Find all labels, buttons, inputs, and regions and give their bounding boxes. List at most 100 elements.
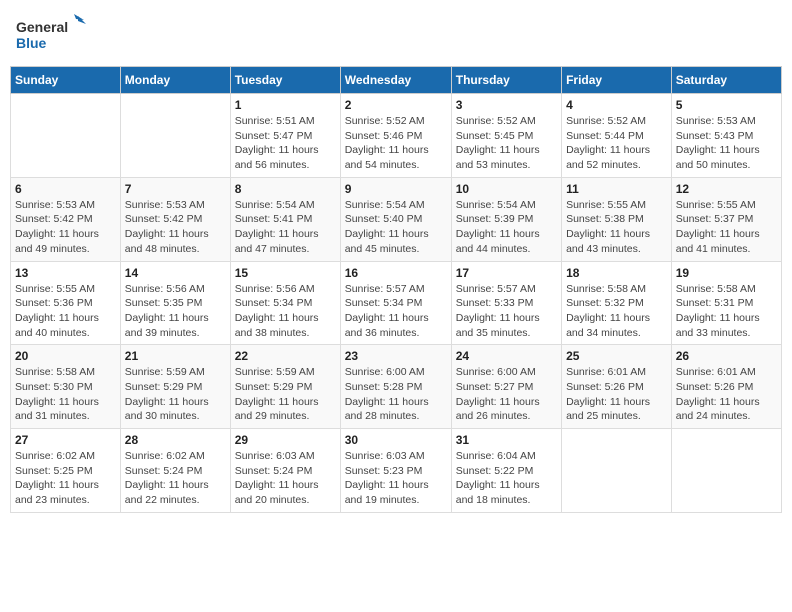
svg-text:General: General — [16, 19, 68, 35]
calendar-cell: 16Sunrise: 5:57 AMSunset: 5:34 PMDayligh… — [340, 261, 451, 345]
day-info: Sunrise: 5:54 AMSunset: 5:39 PMDaylight:… — [456, 198, 557, 257]
calendar-cell: 20Sunrise: 5:58 AMSunset: 5:30 PMDayligh… — [11, 345, 121, 429]
calendar-cell: 6 Sunrise: 5:53 AMSunset: 5:42 PMDaylight… — [11, 177, 121, 261]
calendar-cell: 27 Sunrise: 6:02 AMSunset: 5:25 PMDayligh… — [11, 429, 121, 513]
day-number: 22 — [235, 349, 336, 363]
day-info: Sunrise: 5:53 AMSunset: 5:42 PMDaylight:… — [15, 198, 116, 257]
col-header-friday: Friday — [562, 67, 672, 94]
col-header-wednesday: Wednesday — [340, 67, 451, 94]
day-info: Sunrise: 5:57 AMSunset: 5:33 PMDaylight:… — [456, 282, 557, 341]
day-info: Sunrise: 5:59 AMSunset: 5:29 PMDaylight:… — [125, 365, 226, 424]
day-info: Sunrise: 6:01 AMSunset: 5:26 PMDaylight:… — [566, 365, 667, 424]
day-number: 10 — [456, 182, 557, 196]
calendar-cell: 12 Sunrise: 5:55 AMSunset: 5:37 PMDayligh… — [671, 177, 781, 261]
day-number: 3 — [456, 98, 557, 112]
day-number: 27 — [15, 433, 116, 447]
day-number: 4 — [566, 98, 667, 112]
day-info: Sunrise: 5:55 AMSunset: 5:37 PMDaylight:… — [676, 198, 777, 257]
day-number: 7 — [125, 182, 226, 196]
day-number: 31 — [456, 433, 557, 447]
calendar-cell: 1 Sunrise: 5:51 AMSunset: 5:47 PMDaylight… — [230, 94, 340, 178]
day-info: Sunrise: 5:52 AMSunset: 5:46 PMDaylight:… — [345, 114, 447, 173]
day-info: Sunrise: 6:03 AMSunset: 5:24 PMDaylight:… — [235, 449, 336, 508]
calendar-cell: 26Sunrise: 6:01 AMSunset: 5:26 PMDayligh… — [671, 345, 781, 429]
calendar-cell — [671, 429, 781, 513]
calendar-cell — [562, 429, 672, 513]
day-number: 23 — [345, 349, 447, 363]
day-number: 2 — [345, 98, 447, 112]
day-number: 18 — [566, 266, 667, 280]
day-number: 6 — [15, 182, 116, 196]
calendar-cell: 19 Sunrise: 5:58 AMSunset: 5:31 PMDayligh… — [671, 261, 781, 345]
day-info: Sunrise: 5:56 AMSunset: 5:35 PMDaylight:… — [125, 282, 226, 341]
calendar-cell: 24 Sunrise: 6:00 AMSunset: 5:27 PMDayligh… — [451, 345, 561, 429]
calendar-cell: 29 Sunrise: 6:03 AMSunset: 5:24 PMDayligh… — [230, 429, 340, 513]
col-header-tuesday: Tuesday — [230, 67, 340, 94]
day-number: 11 — [566, 182, 667, 196]
calendar-cell: 5 Sunrise: 5:53 AMSunset: 5:43 PMDaylight… — [671, 94, 781, 178]
calendar-table: SundayMondayTuesdayWednesdayThursdayFrid… — [10, 66, 782, 513]
calendar-cell: 23 Sunrise: 6:00 AMSunset: 5:28 PMDayligh… — [340, 345, 451, 429]
calendar-cell: 18 Sunrise: 5:58 AMSunset: 5:32 PMDayligh… — [562, 261, 672, 345]
day-number: 17 — [456, 266, 557, 280]
calendar-week-row: 20Sunrise: 5:58 AMSunset: 5:30 PMDayligh… — [11, 345, 782, 429]
day-info: Sunrise: 6:00 AMSunset: 5:28 PMDaylight:… — [345, 365, 447, 424]
day-info: Sunrise: 6:01 AMSunset: 5:26 PMDaylight:… — [676, 365, 777, 424]
calendar-cell: 7 Sunrise: 5:53 AMSunset: 5:42 PMDaylight… — [120, 177, 230, 261]
calendar-cell: 4Sunrise: 5:52 AMSunset: 5:44 PMDaylight… — [562, 94, 672, 178]
calendar-week-row: 6 Sunrise: 5:53 AMSunset: 5:42 PMDaylight… — [11, 177, 782, 261]
day-number: 12 — [676, 182, 777, 196]
calendar-cell: 22 Sunrise: 5:59 AMSunset: 5:29 PMDayligh… — [230, 345, 340, 429]
calendar-cell — [120, 94, 230, 178]
calendar-cell: 3Sunrise: 5:52 AMSunset: 5:45 PMDaylight… — [451, 94, 561, 178]
calendar-cell: 9Sunrise: 5:54 AMSunset: 5:40 PMDaylight… — [340, 177, 451, 261]
day-number: 29 — [235, 433, 336, 447]
calendar-cell: 8Sunrise: 5:54 AMSunset: 5:41 PMDaylight… — [230, 177, 340, 261]
calendar-cell: 17 Sunrise: 5:57 AMSunset: 5:33 PMDayligh… — [451, 261, 561, 345]
day-info: Sunrise: 5:58 AMSunset: 5:31 PMDaylight:… — [676, 282, 777, 341]
day-info: Sunrise: 5:58 AMSunset: 5:32 PMDaylight:… — [566, 282, 667, 341]
day-number: 14 — [125, 266, 226, 280]
calendar-cell: 14 Sunrise: 5:56 AMSunset: 5:35 PMDayligh… — [120, 261, 230, 345]
day-number: 24 — [456, 349, 557, 363]
calendar-cell: 10 Sunrise: 5:54 AMSunset: 5:39 PMDayligh… — [451, 177, 561, 261]
calendar-cell: 31Sunrise: 6:04 AMSunset: 5:22 PMDayligh… — [451, 429, 561, 513]
day-number: 9 — [345, 182, 447, 196]
day-info: Sunrise: 5:51 AMSunset: 5:47 PMDaylight:… — [235, 114, 336, 173]
calendar-cell: 25 Sunrise: 6:01 AMSunset: 5:26 PMDayligh… — [562, 345, 672, 429]
day-number: 28 — [125, 433, 226, 447]
day-info: Sunrise: 5:55 AMSunset: 5:36 PMDaylight:… — [15, 282, 116, 341]
day-info: Sunrise: 5:58 AMSunset: 5:30 PMDaylight:… — [15, 365, 116, 424]
col-header-monday: Monday — [120, 67, 230, 94]
day-info: Sunrise: 5:56 AMSunset: 5:34 PMDaylight:… — [235, 282, 336, 341]
day-info: Sunrise: 6:03 AMSunset: 5:23 PMDaylight:… — [345, 449, 447, 508]
day-number: 1 — [235, 98, 336, 112]
calendar-week-row: 13 Sunrise: 5:55 AMSunset: 5:36 PMDayligh… — [11, 261, 782, 345]
day-info: Sunrise: 6:00 AMSunset: 5:27 PMDaylight:… — [456, 365, 557, 424]
day-number: 25 — [566, 349, 667, 363]
day-number: 16 — [345, 266, 447, 280]
day-info: Sunrise: 5:59 AMSunset: 5:29 PMDaylight:… — [235, 365, 336, 424]
day-number: 21 — [125, 349, 226, 363]
day-number: 13 — [15, 266, 116, 280]
page-header: GeneralBlue — [10, 10, 782, 58]
day-number: 8 — [235, 182, 336, 196]
calendar-cell: 13 Sunrise: 5:55 AMSunset: 5:36 PMDayligh… — [11, 261, 121, 345]
logo-svg: GeneralBlue — [16, 14, 96, 54]
calendar-cell: 15 Sunrise: 5:56 AMSunset: 5:34 PMDayligh… — [230, 261, 340, 345]
svg-text:Blue: Blue — [16, 35, 47, 51]
day-info: Sunrise: 6:02 AMSunset: 5:25 PMDaylight:… — [15, 449, 116, 508]
calendar-cell: 11Sunrise: 5:55 AMSunset: 5:38 PMDayligh… — [562, 177, 672, 261]
day-number: 5 — [676, 98, 777, 112]
col-header-sunday: Sunday — [11, 67, 121, 94]
day-info: Sunrise: 5:53 AMSunset: 5:43 PMDaylight:… — [676, 114, 777, 173]
day-info: Sunrise: 5:53 AMSunset: 5:42 PMDaylight:… — [125, 198, 226, 257]
calendar-week-row: 27 Sunrise: 6:02 AMSunset: 5:25 PMDayligh… — [11, 429, 782, 513]
calendar-week-row: 1 Sunrise: 5:51 AMSunset: 5:47 PMDaylight… — [11, 94, 782, 178]
calendar-cell: 21 Sunrise: 5:59 AMSunset: 5:29 PMDayligh… — [120, 345, 230, 429]
day-number: 15 — [235, 266, 336, 280]
calendar-cell: 28Sunrise: 6:02 AMSunset: 5:24 PMDayligh… — [120, 429, 230, 513]
day-number: 30 — [345, 433, 447, 447]
day-number: 19 — [676, 266, 777, 280]
calendar-cell: 30 Sunrise: 6:03 AMSunset: 5:23 PMDayligh… — [340, 429, 451, 513]
